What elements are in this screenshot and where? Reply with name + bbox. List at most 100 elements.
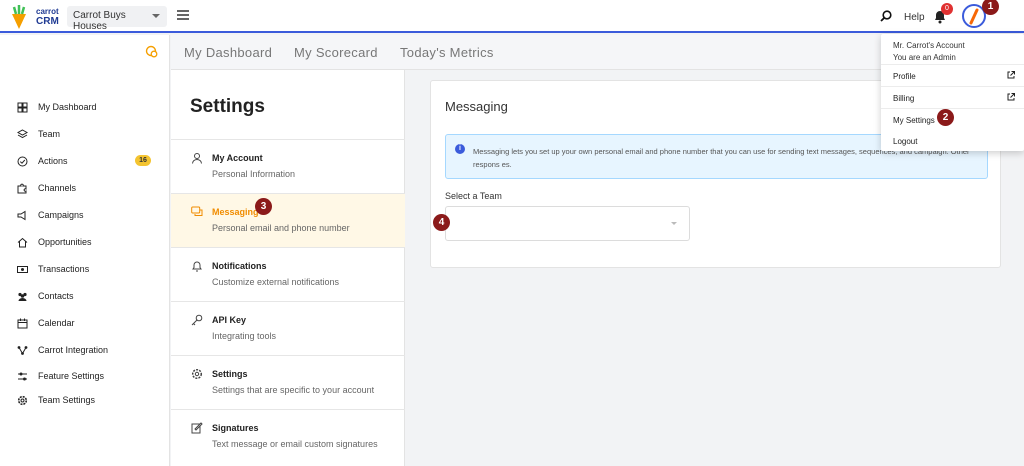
sidebar-item-label: My Dashboard [38,102,97,112]
brand-big: CRM [36,16,59,27]
external-link-icon [1007,93,1015,101]
gear-icon [17,395,28,405]
chevron-down-icon [152,14,160,18]
top-bar: carrot CRM Carrot Buys Houses Help 0 1 [0,0,1024,33]
account-menu: Mr. Carrot's Account You are an Admin Pr… [881,34,1024,151]
settings-item-subtitle: Settings that are specific to your accou… [212,385,375,395]
menu-item-logout[interactable]: Logout [881,130,1024,152]
chat-icon [191,206,203,216]
menu-item-label: Billing [893,94,915,103]
sidebar-item-feature-settings[interactable]: Feature Settings [17,367,157,385]
users-icon [18,292,27,301]
step-marker-1: 1 [982,0,999,15]
settings-item-title: My Account [212,153,263,163]
sidebar-item-channels[interactable]: Channels [17,179,157,197]
megaphone-icon [17,210,26,220]
sidebar-item-label: Actions [38,156,68,166]
sidebar-item-team-settings[interactable]: Team Settings [17,391,157,409]
menu-item-label: My Settings [893,116,935,125]
sidebar-item-label: Transactions [38,264,90,274]
sidebar-item-label: Channels [38,183,77,193]
team-select[interactable]: Carrot Buys Houses [67,6,167,32]
puzzle-icon [17,183,27,193]
settings-item-api-key[interactable]: API Key Integrating tools [171,301,405,355]
info-icon: i [455,144,465,154]
help-link[interactable]: Help [904,12,925,23]
user-icon [192,153,202,164]
step-marker-3: 3 [255,198,272,215]
notification-badge: 0 [941,3,953,15]
step-marker-4: 4 [433,214,450,231]
sidebar-item-label: Team [38,129,61,139]
sidebar-item-campaigns[interactable]: Campaigns [17,206,157,224]
menu-item-profile[interactable]: Profile [881,64,1024,86]
settings-item-subtitle: Personal email and phone number [212,223,350,233]
settings-item-notifications[interactable]: Notifications Customize external notific… [171,247,405,301]
sidebar-item-carrot-integration[interactable]: Carrot Integration [17,341,157,359]
account-name: Mr. Carrot's Account [893,41,965,50]
page-title: Settings [190,96,265,117]
settings-item-settings[interactable]: Settings Settings that are specific to y… [171,355,405,409]
settings-item-subtitle: Integrating tools [212,331,277,341]
sidebar-item-actions[interactable]: Actions 16 [17,152,157,170]
sidebar-item-team[interactable]: Team [17,125,157,143]
settings-item-title: Messaging [212,207,259,217]
sidebar: My Dashboard Team Actions 16 Channels Ca… [0,35,170,466]
menu-icon[interactable] [177,10,189,20]
team-select-value: Carrot Buys Houses [73,10,126,32]
check-circle-icon [17,156,28,166]
home-icon [17,237,28,247]
money-icon [17,265,28,273]
collapse-sidebar-icon[interactable] [145,45,158,58]
sliders-icon [18,372,27,380]
settings-item-subtitle: Personal Information [212,169,296,179]
edit-icon [191,422,203,434]
carrot-avatar-icon [969,8,979,25]
sidebar-item-label: Contacts [38,291,74,301]
bell-outline-icon [192,261,202,272]
menu-item-billing[interactable]: Billing [881,86,1024,108]
key-icon [191,314,203,326]
settings-item-signatures[interactable]: Signatures Text message or email custom … [171,409,405,463]
external-link-icon [1007,71,1015,79]
settings-item-title: Signatures [212,423,259,433]
menu-item-label: Logout [893,137,918,146]
select-team-label: Select a Team [445,191,502,201]
integration-icon [17,345,28,355]
sidebar-item-label: Campaigns [38,210,84,220]
tab-my-dashboard[interactable]: My Dashboard [184,45,272,60]
layers-icon [17,128,28,138]
tab-todays-metrics[interactable]: Today's Metrics [400,45,494,60]
account-role: You are an Admin [893,53,956,62]
sidebar-item-label: Calendar [38,318,75,328]
sidebar-item-label: Opportunities [38,237,92,247]
sidebar-item-contacts[interactable]: Contacts [17,287,157,305]
settings-menu: Settings My Account Personal Information… [171,70,405,466]
settings-item-subtitle: Customize external notifications [212,277,340,287]
step-marker-2: 2 [937,109,954,126]
dashboard-icon [17,102,28,112]
carrot-logo-icon[interactable] [6,4,32,30]
tab-my-scorecard[interactable]: My Scorecard [294,45,378,60]
settings-item-title: Settings [212,369,248,379]
brand: carrot CRM [36,7,59,27]
settings-item-subtitle: Text message or email custom signatures [212,439,378,449]
settings-item-title: Notifications [212,261,267,271]
sidebar-item-transactions[interactable]: Transactions [17,260,157,278]
settings-item-title: API Key [212,315,247,325]
sidebar-item-calendar[interactable]: Calendar [17,314,157,332]
settings-item-my-account[interactable]: My Account Personal Information [171,139,405,193]
search-icon[interactable] [880,10,892,22]
calendar-icon [17,318,28,328]
chevron-down-icon [671,222,677,225]
sidebar-item-my-dashboard[interactable]: My Dashboard [17,98,157,116]
team-dropdown[interactable] [445,206,690,241]
sidebar-item-opportunities[interactable]: Opportunities [17,233,157,251]
gear-icon [191,368,203,380]
actions-count-badge: 16 [135,155,151,166]
sidebar-item-label: Team Settings [38,395,96,405]
sidebar-item-label: Carrot Integration [38,345,109,355]
sidebar-item-label: Feature Settings [38,371,105,381]
menu-item-label: Profile [893,72,916,81]
settings-item-messaging[interactable]: Messaging Personal email and phone numbe… [171,193,405,247]
